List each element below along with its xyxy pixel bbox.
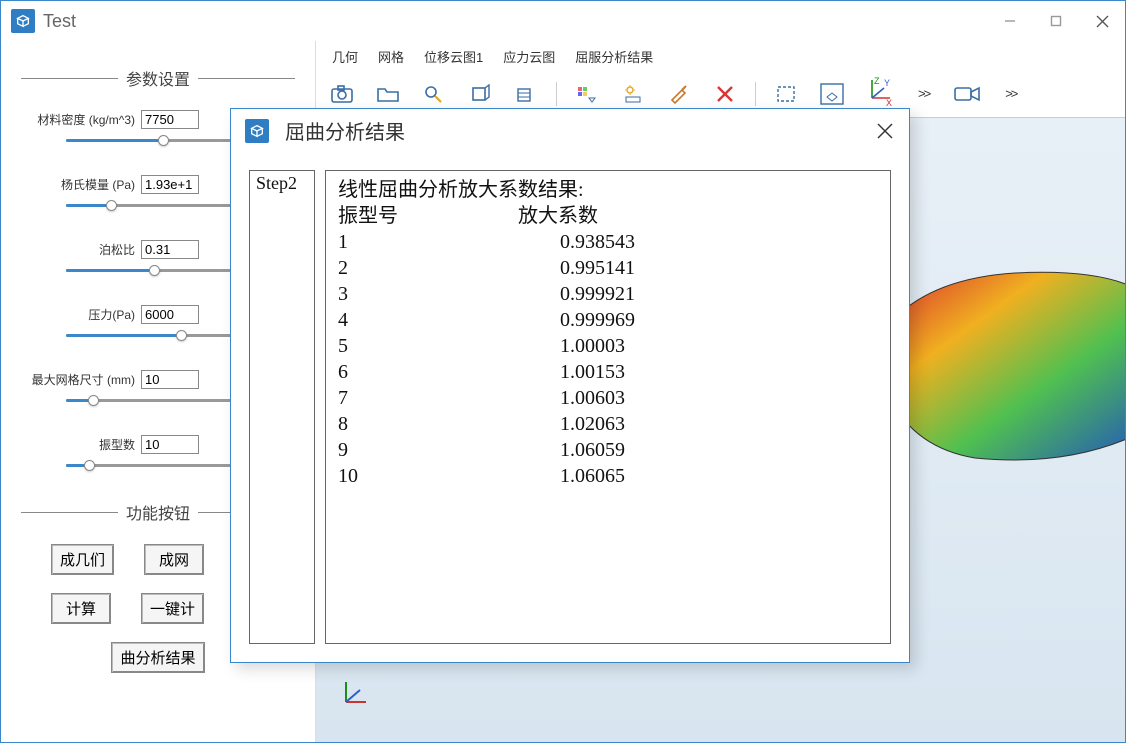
results-row: 71.00603 xyxy=(338,385,878,411)
results-row: 20.995141 xyxy=(338,255,878,281)
tab-mesh[interactable]: 网格 xyxy=(374,45,408,68)
main-titlebar[interactable]: Test xyxy=(1,1,1125,41)
cube-face-icon[interactable] xyxy=(464,81,496,107)
toolbar-overflow-2[interactable]: >> xyxy=(1005,86,1016,101)
results-row: 10.938543 xyxy=(338,229,878,255)
zoom-fit-icon[interactable] xyxy=(418,81,450,107)
density-input[interactable] xyxy=(141,110,199,129)
toolbar-separator-2 xyxy=(755,82,756,106)
cell-factor: 0.999921 xyxy=(560,281,635,307)
results-row: 101.06065 xyxy=(338,463,878,489)
results-title: 线性屈曲分析放大系数结果: xyxy=(338,177,878,203)
dialog-close-button[interactable] xyxy=(875,121,895,141)
pressure-input[interactable] xyxy=(141,305,199,324)
density-label: 材料密度 (kg/m^3) xyxy=(21,111,141,128)
framed-cube-icon[interactable] xyxy=(816,81,848,107)
minimize-button[interactable] xyxy=(987,1,1033,41)
dialog-app-icon xyxy=(245,119,269,143)
maximize-button[interactable] xyxy=(1033,1,1079,41)
param-section-title: 参数设置 xyxy=(118,66,198,90)
results-col-headers: 振型号 放大系数 xyxy=(338,203,878,229)
results-row: 30.999921 xyxy=(338,281,878,307)
select-box-icon[interactable] xyxy=(770,81,802,107)
tab-yield[interactable]: 屈服分析结果 xyxy=(571,45,657,68)
gen-geom-button[interactable]: 成几们 xyxy=(51,544,114,575)
toolbar-overflow-1[interactable]: >> xyxy=(918,86,929,101)
tab-stress[interactable]: 应力云图 xyxy=(499,45,559,68)
poisson-label: 泊松比 xyxy=(21,241,141,258)
cell-mode: 6 xyxy=(338,359,560,385)
palette-icon[interactable] xyxy=(571,81,603,107)
cell-mode: 3 xyxy=(338,281,560,307)
pressure-label: 压力(Pa) xyxy=(21,306,141,323)
cell-factor: 0.938543 xyxy=(560,229,635,255)
cell-factor: 0.995141 xyxy=(560,255,635,281)
window-controls xyxy=(987,1,1125,41)
cell-factor: 1.02063 xyxy=(560,411,625,437)
results-row: 51.00003 xyxy=(338,333,878,359)
youngs-label: 杨氏模量 (Pa) xyxy=(21,176,141,193)
cell-factor: 1.06065 xyxy=(560,463,625,489)
meshsize-label: 最大网格尺寸 (mm) xyxy=(21,371,141,388)
main-window-title: Test xyxy=(43,11,76,32)
cell-mode: 9 xyxy=(338,437,560,463)
cell-mode: 5 xyxy=(338,333,560,359)
svg-text:Z: Z xyxy=(874,76,880,86)
svg-text:Y: Y xyxy=(884,78,890,88)
param-section-header: 参数设置 xyxy=(21,66,295,90)
cell-mode: 2 xyxy=(338,255,560,281)
cell-mode: 4 xyxy=(338,307,560,333)
onekey-button[interactable]: 一键计 xyxy=(141,593,204,624)
camera-icon[interactable] xyxy=(326,81,358,107)
folder-icon[interactable] xyxy=(372,81,404,107)
cell-mode: 7 xyxy=(338,385,560,411)
results-row: 81.02063 xyxy=(338,411,878,437)
tab-strip: 几何 网格 位移云图1 应力云图 屈服分析结果 xyxy=(316,41,1125,70)
results-panel: 线性屈曲分析放大系数结果: 振型号 放大系数 10.93854320.99514… xyxy=(325,170,891,644)
col-mode: 振型号 xyxy=(338,203,518,229)
cell-mode: 8 xyxy=(338,411,560,437)
dialog-title: 屈曲分析结果 xyxy=(285,116,405,145)
modecount-label: 振型数 xyxy=(21,436,141,453)
meshsize-input[interactable] xyxy=(141,370,199,389)
tab-disp[interactable]: 位移云图1 xyxy=(420,45,487,68)
toolbar-separator xyxy=(556,82,557,106)
cell-mode: 1 xyxy=(338,229,560,255)
light-icon[interactable] xyxy=(617,81,649,107)
video-camera-icon[interactable] xyxy=(951,81,983,107)
cell-factor: 1.00603 xyxy=(560,385,625,411)
brush-icon[interactable] xyxy=(663,81,695,107)
fem-model-preview xyxy=(875,258,1125,478)
col-factor: 放大系数 xyxy=(518,203,598,229)
poisson-input[interactable] xyxy=(141,240,199,259)
modecount-input[interactable] xyxy=(141,435,199,454)
buckling-results-dialog: 屈曲分析结果 Step2 线性屈曲分析放大系数结果: 振型号 放大系数 10.9… xyxy=(230,108,910,663)
close-button[interactable] xyxy=(1079,1,1125,41)
cell-factor: 1.00153 xyxy=(560,359,625,385)
dialog-titlebar[interactable]: 屈曲分析结果 xyxy=(231,108,909,152)
compute-button[interactable]: 计算 xyxy=(51,593,111,624)
results-row: 91.06059 xyxy=(338,437,878,463)
results-row: 61.00153 xyxy=(338,359,878,385)
cube-lines-icon[interactable] xyxy=(510,81,542,107)
step-item[interactable]: Step2 xyxy=(250,171,314,196)
youngs-input[interactable] xyxy=(141,175,199,194)
cell-factor: 1.06059 xyxy=(560,437,625,463)
cell-factor: 0.999969 xyxy=(560,307,635,333)
step-list-panel: Step2 xyxy=(249,170,315,644)
cell-factor: 1.00003 xyxy=(560,333,625,359)
buckling-results-button[interactable]: 曲分析结果 xyxy=(111,642,204,673)
delete-icon[interactable] xyxy=(709,81,741,107)
axis-triad-icon: Z XY xyxy=(862,76,896,111)
tab-geom[interactable]: 几何 xyxy=(328,45,362,68)
svg-text:X: X xyxy=(886,98,892,108)
results-rows: 10.93854320.99514130.99992140.99996951.0… xyxy=(338,229,878,489)
gen-mesh-button[interactable]: 成网 xyxy=(144,544,204,575)
cell-mode: 10 xyxy=(338,463,560,489)
app-icon xyxy=(11,9,35,33)
func-section-title: 功能按钮 xyxy=(118,500,198,524)
results-row: 40.999969 xyxy=(338,307,878,333)
mini-axis-icon xyxy=(336,676,372,712)
